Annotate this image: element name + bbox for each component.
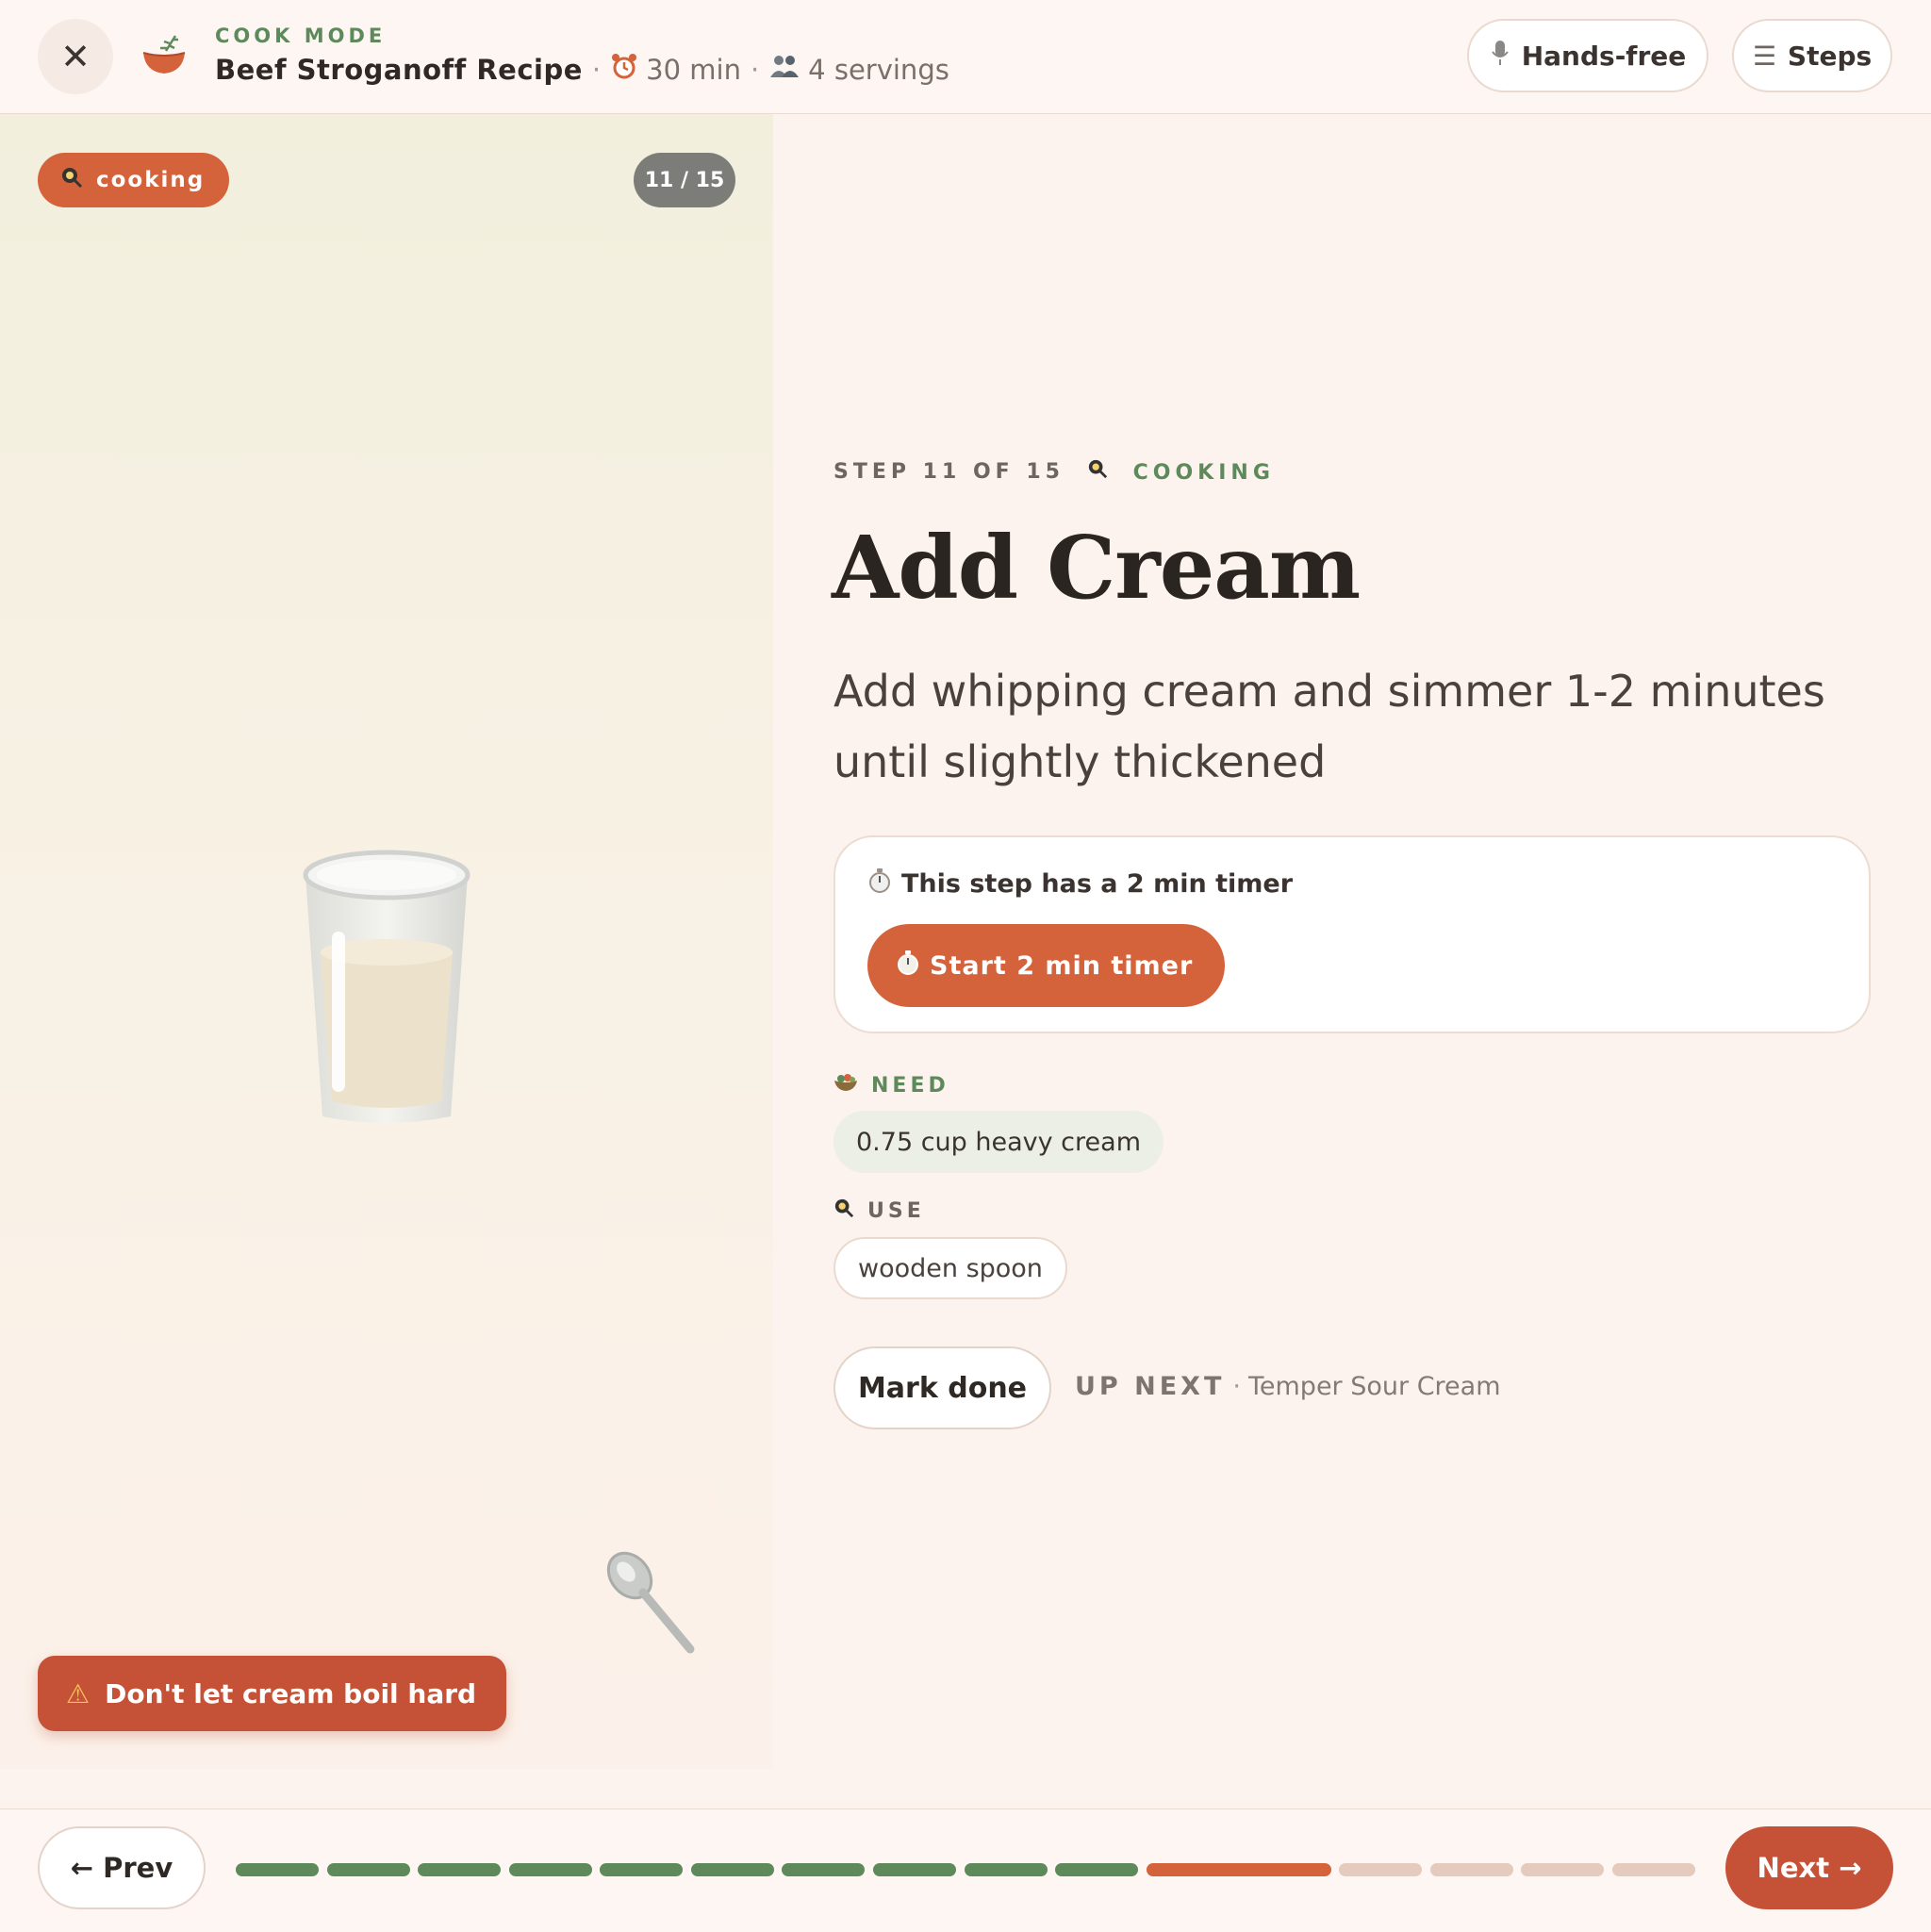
timer-note-text: This step has a 2 min timer xyxy=(901,869,1294,899)
progress-segment-8[interactable] xyxy=(872,1863,956,1876)
frying-pan-icon xyxy=(60,166,83,194)
step-label-row: STEP 11 OF 15 COOKING xyxy=(833,458,1275,486)
microphone-icon xyxy=(1490,39,1510,74)
cook-time: 30 min xyxy=(646,53,741,86)
progress-segment-3[interactable] xyxy=(418,1863,502,1876)
use-section-label: USE xyxy=(833,1197,925,1224)
progress-segment-10[interactable] xyxy=(1055,1863,1139,1876)
cook-mode-label: COOK MODE xyxy=(215,25,387,47)
people-icon xyxy=(768,53,800,86)
progress-segment-12[interactable] xyxy=(1339,1863,1423,1876)
recipe-title: Beef Stroganoff Recipe xyxy=(215,53,583,86)
timer-card: This step has a 2 min timer Start 2 min … xyxy=(833,835,1871,1033)
frying-pan-icon xyxy=(833,1197,854,1224)
progress-segment-11[interactable] xyxy=(1146,1863,1331,1876)
start-timer-button[interactable]: Start 2 min timer xyxy=(867,924,1226,1007)
progress-segment-4[interactable] xyxy=(508,1863,592,1876)
step-number: STEP 11 OF 15 xyxy=(833,459,1065,484)
category-badge: cooking xyxy=(38,153,230,207)
step-title: Add Cream xyxy=(832,517,1361,619)
menu-icon: ☰ xyxy=(1752,40,1776,72)
start-timer-label: Start 2 min timer xyxy=(930,950,1194,981)
warning-icon: ⚠ xyxy=(66,1677,91,1709)
separator: · xyxy=(750,53,760,86)
progress-segment-2[interactable] xyxy=(326,1863,410,1876)
close-icon: ✕ xyxy=(60,36,91,77)
servings: 4 servings xyxy=(808,53,949,86)
step-category: COOKING xyxy=(1087,458,1275,485)
steps-button[interactable]: ☰ Steps xyxy=(1732,19,1892,92)
hands-free-button[interactable]: Hands-free xyxy=(1467,19,1708,92)
use-label-text: USE xyxy=(867,1198,925,1223)
progress-segment-1[interactable] xyxy=(236,1863,319,1876)
glass-of-cream-icon xyxy=(303,850,470,1123)
ingredient-chip: 0.75 cup heavy cream xyxy=(833,1111,1164,1173)
step-progress-bar xyxy=(236,1863,1695,1876)
steps-label: Steps xyxy=(1787,40,1873,72)
close-button[interactable]: ✕ xyxy=(38,19,113,94)
progress-segment-7[interactable] xyxy=(782,1863,866,1876)
bottom-navigation: ← Prev Next → xyxy=(0,1808,1931,1932)
mark-done-button[interactable]: Mark done xyxy=(833,1346,1051,1429)
separator: · xyxy=(1232,1372,1241,1401)
frying-pan-icon xyxy=(1087,459,1120,485)
step-illustration-panel: cooking 11 / 15 ⚠ Don't let cream boil h… xyxy=(0,114,773,1769)
salad-bowl-icon xyxy=(833,1073,858,1098)
warning-text: Don't let cream boil hard xyxy=(105,1677,477,1709)
spoon-icon xyxy=(606,1551,695,1654)
timer-note: This step has a 2 min timer xyxy=(867,867,1293,900)
stopwatch-icon xyxy=(867,867,892,900)
next-button[interactable]: Next → xyxy=(1725,1826,1893,1909)
need-section-label: NEED xyxy=(833,1073,949,1098)
top-bar: ✕ COOK MODE Beef Stroganoff Recipe · 30 … xyxy=(0,0,1931,114)
up-next: UP NEXT · Temper Sour Cream xyxy=(1075,1372,1501,1401)
up-next-step-name: Temper Sour Cream xyxy=(1247,1372,1501,1401)
need-label-text: NEED xyxy=(871,1073,949,1098)
separator: · xyxy=(591,53,602,86)
category-badge-label: cooking xyxy=(96,168,206,192)
progress-segment-13[interactable] xyxy=(1429,1863,1513,1876)
hands-free-label: Hands-free xyxy=(1521,40,1687,72)
step-description: Add whipping cream and simmer 1-2 minute… xyxy=(833,666,1825,787)
warning-tip: ⚠ Don't let cream boil hard xyxy=(38,1656,507,1731)
up-next-label: UP NEXT xyxy=(1075,1372,1226,1401)
alarm-clock-icon xyxy=(610,52,638,87)
recipe-title-row: Beef Stroganoff Recipe · 30 min · 4 serv… xyxy=(215,52,949,87)
step-category-label: COOKING xyxy=(1132,461,1275,485)
progress-segment-6[interactable] xyxy=(690,1863,774,1876)
progress-segment-14[interactable] xyxy=(1521,1863,1605,1876)
tool-chip: wooden spoon xyxy=(833,1237,1067,1299)
progress-segment-15[interactable] xyxy=(1611,1863,1695,1876)
step-counter: 11 / 15 xyxy=(634,153,735,207)
prev-button[interactable]: ← Prev xyxy=(38,1826,206,1909)
stopwatch-icon xyxy=(896,949,920,983)
bowl-logo-icon xyxy=(142,35,186,74)
progress-segment-5[interactable] xyxy=(600,1863,684,1876)
progress-segment-9[interactable] xyxy=(964,1863,1048,1876)
